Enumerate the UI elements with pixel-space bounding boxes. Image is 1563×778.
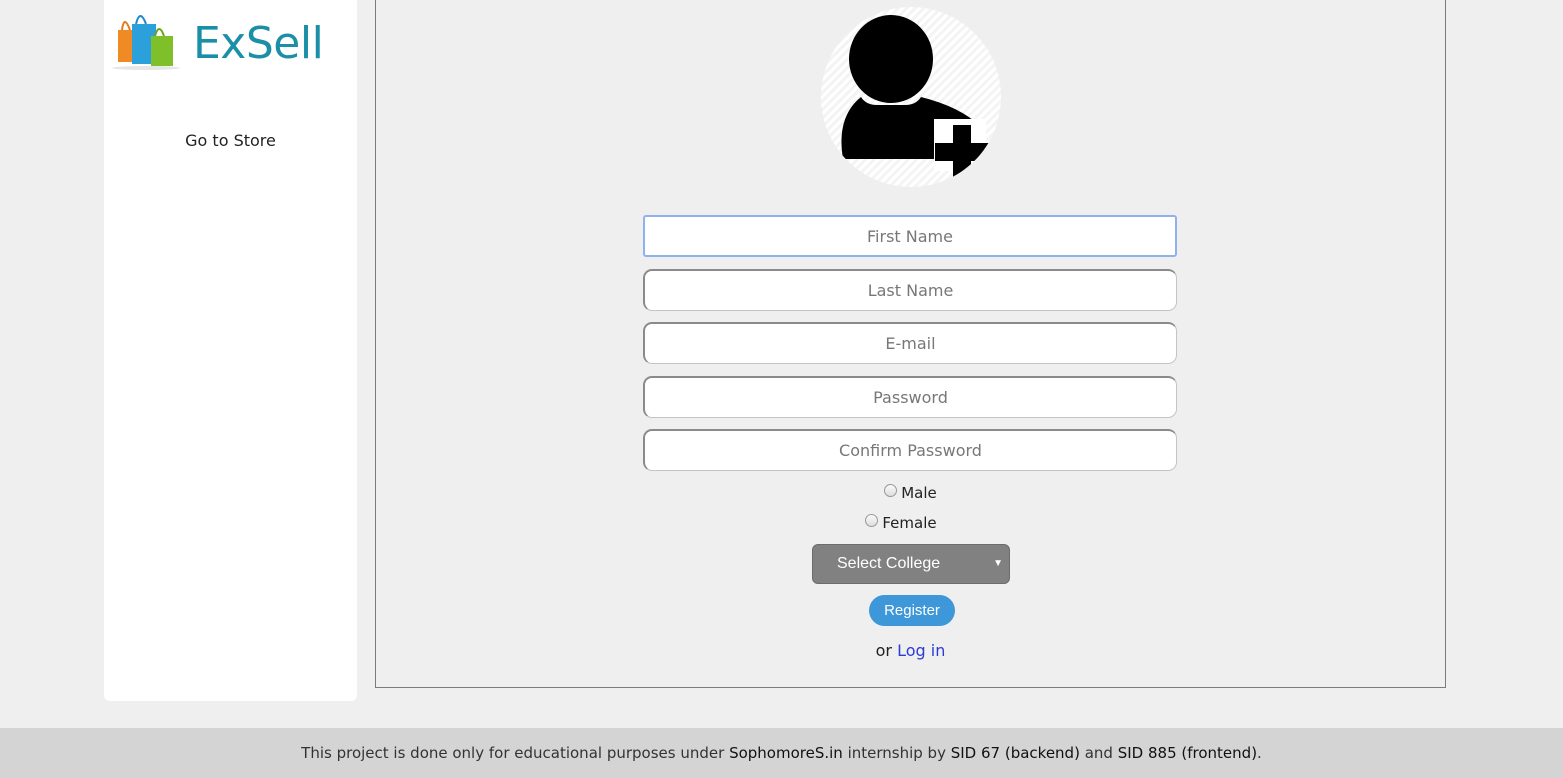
email-input[interactable]	[643, 322, 1177, 364]
confirm-password-input[interactable]	[643, 429, 1177, 471]
footer-mid: internship by	[847, 744, 946, 762]
shopping-bags-icon	[112, 15, 180, 70]
logo-text: ExSell	[193, 18, 324, 69]
college-select-value: Select College	[837, 555, 941, 572]
login-row: or Log in	[376, 641, 1445, 660]
gender-male-label: Male	[901, 484, 937, 502]
footer-sid-frontend: SID 885 (frontend)	[1117, 744, 1258, 762]
go-to-store-link[interactable]: Go to Store	[104, 131, 357, 150]
gender-male-radio[interactable]	[884, 484, 898, 497]
avatar-upload[interactable]	[821, 7, 1001, 187]
college-select[interactable]: Select College ▼	[812, 544, 1010, 584]
gender-female-label: Female	[882, 514, 937, 532]
gender-male-option: Male	[376, 484, 1445, 502]
footer-sid-backend: SID 67 (backend)	[950, 744, 1080, 762]
register-button[interactable]: Register	[869, 595, 955, 626]
gender-female-option: Female	[376, 514, 1445, 532]
first-name-input[interactable]	[643, 215, 1177, 257]
last-name-input[interactable]	[643, 269, 1177, 311]
registration-panel: Male Female Select College ▼ Register or…	[375, 0, 1446, 688]
footer-prefix: This project is done only for educationa…	[301, 744, 725, 762]
add-user-icon	[841, 15, 989, 179]
footer-suffix: .	[1257, 744, 1262, 762]
password-input[interactable]	[643, 376, 1177, 418]
dropdown-arrow-icon: ▼	[993, 558, 1003, 569]
footer-org: SophomoreS.in	[729, 744, 843, 762]
exsell-logo[interactable]: ExSell	[108, 8, 348, 70]
login-link[interactable]: Log in	[897, 641, 945, 660]
footer: This project is done only for educationa…	[0, 728, 1563, 778]
footer-and: and	[1084, 744, 1113, 762]
sidebar: ExSell Go to Store	[104, 0, 357, 701]
or-text: or	[875, 641, 893, 660]
gender-female-radio[interactable]	[865, 514, 879, 527]
